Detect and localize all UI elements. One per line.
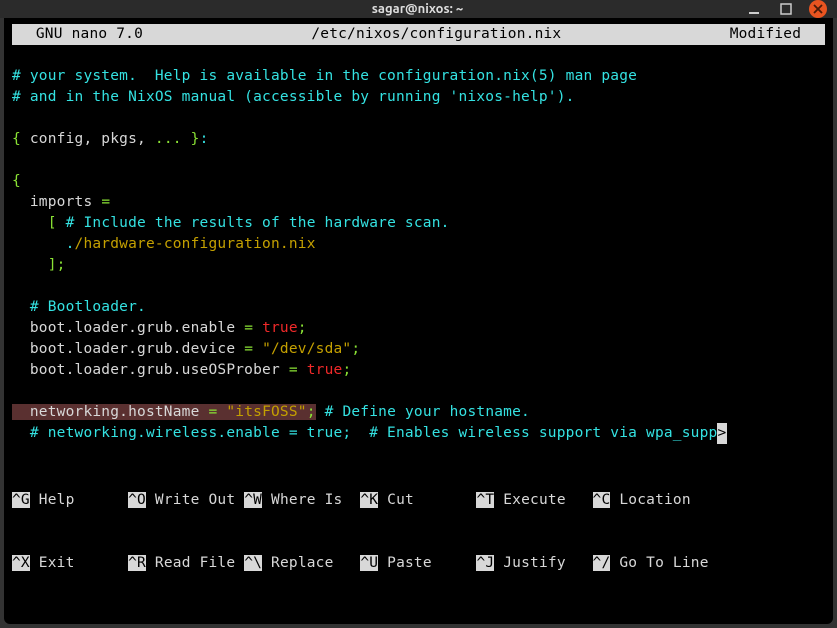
code-line: { [12, 131, 21, 147]
code-line: boot.loader.grub.useOSProber [12, 362, 289, 378]
code-line: boot.loader.grub.device [12, 341, 244, 357]
help-key[interactable]: ^/ [593, 555, 611, 571]
nano-help-bar: ^G Help ^O Write Out ^W Where Is ^K Cut … [12, 448, 825, 616]
help-label: Read File [146, 555, 244, 571]
help-key[interactable]: ^K [360, 492, 378, 508]
nano-modified-status: Modified [730, 24, 819, 45]
help-key[interactable]: ^C [593, 492, 611, 508]
maximize-button[interactable] [777, 0, 795, 18]
code-line: ]; [12, 257, 66, 273]
nano-app-name: GNU nano 7.0 [18, 24, 143, 45]
help-label: Cut [378, 492, 476, 508]
code-line: # your system. Help is available in the … [12, 68, 637, 84]
terminal[interactable]: GNU nano 7.0 /etc/nixos/configuration.ni… [0, 18, 837, 628]
nano-file-path: /etc/nixos/configuration.nix [143, 24, 730, 45]
help-label: Exit [30, 555, 128, 571]
close-button[interactable] [809, 0, 827, 18]
code-line: . [12, 236, 75, 252]
help-label: Where Is [262, 492, 360, 508]
line-continuation-indicator: > [717, 423, 727, 444]
help-label: Help [30, 492, 128, 508]
code-line: # Bootloader. [12, 299, 146, 315]
help-key[interactable]: ^J [476, 555, 494, 571]
help-label: Replace [262, 555, 360, 571]
help-key[interactable]: ^\ [244, 555, 262, 571]
window-titlebar: sagar@nixos: ~ [0, 0, 837, 18]
code-line: { [12, 173, 21, 189]
help-label: Location [610, 492, 690, 508]
nano-statusbar: GNU nano 7.0 /etc/nixos/configuration.ni… [12, 24, 825, 45]
editor-content[interactable]: # your system. Help is available in the … [12, 45, 825, 444]
code-line: [ [12, 215, 66, 231]
help-label: Execute [494, 492, 592, 508]
code-line: # and in the NixOS manual (accessible by… [12, 89, 575, 105]
help-label: Go To Line [610, 555, 708, 571]
minimize-button[interactable] [745, 0, 763, 18]
highlighted-line: networking.hostName = "itsFOSS"; [12, 404, 316, 420]
help-key[interactable]: ^G [12, 492, 30, 508]
help-key[interactable]: ^O [128, 492, 146, 508]
help-key[interactable]: ^U [360, 555, 378, 571]
help-key[interactable]: ^T [476, 492, 494, 508]
help-key[interactable]: ^X [12, 555, 30, 571]
code-line: boot.loader.grub.enable [12, 320, 244, 336]
window-title: sagar@nixos: ~ [90, 2, 745, 16]
help-label: Write Out [146, 492, 244, 508]
help-key[interactable]: ^W [244, 492, 262, 508]
help-key[interactable]: ^R [128, 555, 146, 571]
code-line: # networking.wireless.enable = true; # E… [12, 425, 717, 441]
help-label: Paste [378, 555, 476, 571]
help-label: Justify [494, 555, 592, 571]
code-line: imports [12, 194, 101, 210]
